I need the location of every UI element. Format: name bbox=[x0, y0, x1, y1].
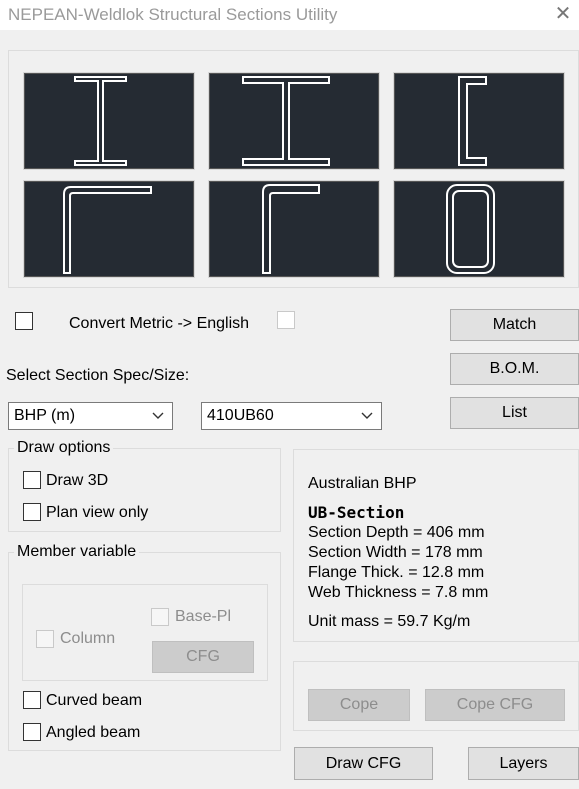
member-variable-title: Member variable bbox=[14, 543, 140, 561]
unequal-angle-icon bbox=[262, 184, 320, 274]
wide-flange-beam-icon bbox=[242, 76, 330, 166]
column-checkbox[interactable] bbox=[36, 630, 54, 648]
info-section-depth: Section Depth = 406 mm bbox=[308, 524, 485, 541]
plan-view-checkbox[interactable] bbox=[23, 503, 41, 521]
equal-angle-icon bbox=[63, 186, 152, 274]
cope-cfg-button[interactable]: Cope CFG bbox=[425, 689, 565, 721]
close-icon[interactable]: ✕ bbox=[551, 2, 575, 26]
section-tile-unequal-angle[interactable] bbox=[208, 180, 380, 278]
draw-3d-label: Draw 3D bbox=[46, 472, 109, 489]
info-section-width: Section Width = 178 mm bbox=[308, 544, 483, 561]
bom-button[interactable]: B.O.M. bbox=[450, 353, 579, 385]
section-size-dropdown[interactable]: 410UB60 bbox=[201, 402, 382, 430]
cope-button[interactable]: Cope bbox=[308, 689, 410, 721]
angled-beam-checkbox[interactable] bbox=[23, 723, 41, 741]
plan-view-label: Plan view only bbox=[46, 504, 149, 521]
draw-options-title: Draw options bbox=[14, 439, 114, 457]
list-button[interactable]: List bbox=[450, 397, 579, 429]
base-pl-label: Base-Pl bbox=[175, 608, 232, 625]
info-unit-mass: Unit mass = 59.7 Kg/m bbox=[308, 613, 471, 630]
column-label: Column bbox=[60, 630, 116, 647]
angled-beam-label: Angled beam bbox=[46, 724, 141, 741]
rectangular-hollow-section-icon bbox=[446, 184, 495, 274]
info-section-type: UB-Section bbox=[308, 503, 405, 522]
cfg-button[interactable]: CFG bbox=[152, 641, 254, 673]
info-flange-thickness: Flange Thick. = 12.8 mm bbox=[308, 564, 485, 581]
convert-units-label: Convert Metric -> English bbox=[69, 315, 250, 332]
channel-icon bbox=[458, 76, 487, 166]
convert-units-checkbox[interactable] bbox=[277, 311, 295, 329]
section-tile-wide-flange[interactable] bbox=[208, 72, 380, 170]
section-info-panel: Australian BHP UB-Section Section Depth … bbox=[293, 449, 579, 642]
draw-cfg-button[interactable]: Draw CFG bbox=[294, 747, 433, 780]
section-tile-channel[interactable] bbox=[393, 72, 565, 170]
section-size-value: 410UB60 bbox=[207, 407, 274, 424]
window-title: NEPEAN-Weldlok Structural Sections Utili… bbox=[8, 5, 338, 24]
draw-3d-checkbox[interactable] bbox=[23, 471, 41, 489]
chevron-down-icon bbox=[361, 412, 373, 419]
i-beam-icon bbox=[74, 76, 127, 166]
match-button[interactable]: Match bbox=[450, 309, 579, 341]
section-spec-dropdown[interactable]: BHP (m) bbox=[8, 402, 173, 430]
section-tile-i-beam[interactable] bbox=[23, 72, 195, 170]
section-spec-value: BHP (m) bbox=[14, 407, 76, 424]
info-web-thickness: Web Thickness = 7.8 mm bbox=[308, 584, 489, 601]
left-unit-checkbox[interactable] bbox=[15, 312, 33, 330]
chevron-down-icon bbox=[152, 412, 164, 419]
layers-button[interactable]: Layers bbox=[468, 747, 579, 780]
section-palette bbox=[8, 50, 579, 288]
curved-beam-label: Curved beam bbox=[46, 692, 143, 709]
info-spec: Australian BHP bbox=[308, 475, 417, 492]
section-tile-equal-angle[interactable] bbox=[23, 180, 195, 278]
curved-beam-checkbox[interactable] bbox=[23, 691, 41, 709]
section-tile-rhs[interactable] bbox=[393, 180, 565, 278]
select-section-label: Select Section Spec/Size: bbox=[6, 367, 190, 384]
base-pl-checkbox[interactable] bbox=[151, 608, 169, 626]
